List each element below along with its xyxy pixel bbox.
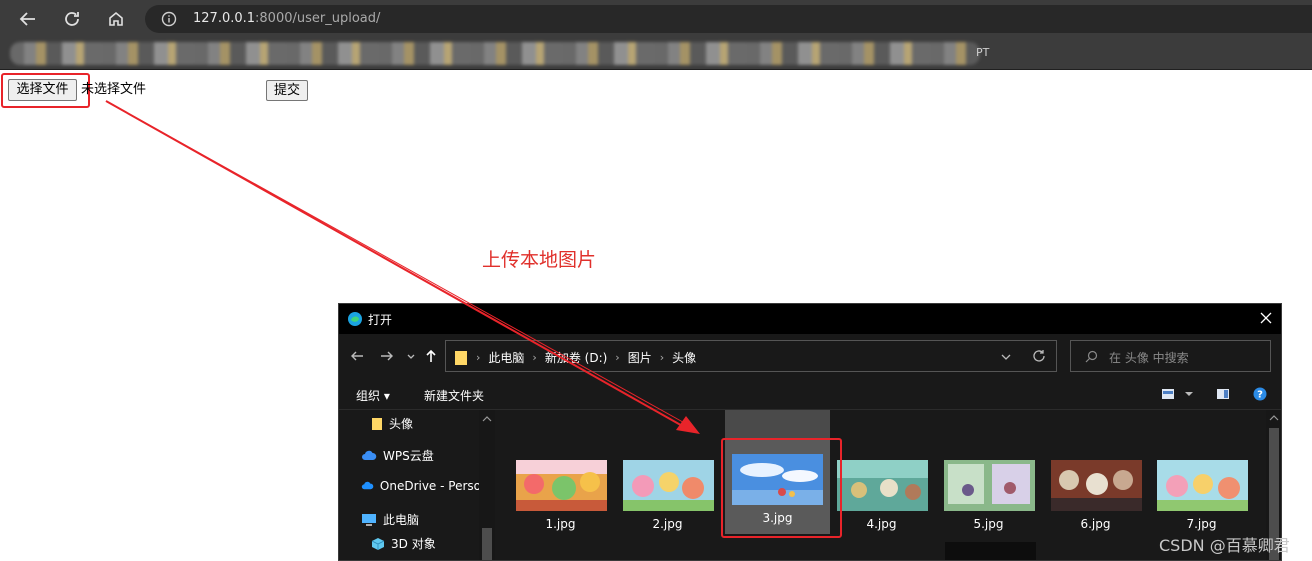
file-grid: 1.jpg 2.jpg 3.jpg 4.jpg 5.jpg 6.jpg 7.jp… [496,410,1266,560]
screenshot-root: 127.0.0.1:8000/user_upload/ PT 选择文件 未选择文… [0,0,1312,561]
browser-toolbar: 127.0.0.1:8000/user_upload/ [0,0,1312,38]
address-bar[interactable]: 127.0.0.1:8000/user_upload/ [145,5,1312,33]
breadcrumb-item[interactable]: 新加卷 (D:) [545,349,607,366]
cloud-icon [362,450,377,460]
next-row-thumbnail [945,542,1036,560]
scroll-up-icon[interactable] [479,413,495,425]
nav-scroll-thumb[interactable] [482,528,492,560]
file-name: 5.jpg [973,517,1004,531]
back-button[interactable] [14,5,42,33]
svg-text:?: ? [1257,390,1263,401]
back-arrow-icon[interactable] [349,348,365,364]
nav-item-label: OneDrive - Perso [379,479,481,493]
nav-item-this-pc[interactable]: 此电脑 [361,511,481,528]
organize-menu[interactable]: 组织 ▾ [356,387,390,404]
nav-scrollbar[interactable] [479,410,495,560]
url-host: 127.0.0.1 [193,11,256,26]
image-thumbnail [516,460,607,511]
folder-icon [455,350,467,365]
watermark-text: CSDN @百慕卿君 [1159,536,1290,555]
breadcrumb-item[interactable]: 头像 [672,349,696,366]
reload-icon [65,12,79,26]
file-name: 1.jpg [545,517,576,531]
image-thumbnail [944,460,1035,511]
breadcrumb: › 此电脑 › 新加卷 (D:) › 图片 › 头像 [454,349,696,366]
nav-item-3d[interactable]: 3D 对象 [371,535,491,552]
annotation-text: 上传本地图片 [482,249,597,271]
nav-item-label: 此电脑 [383,513,420,527]
folder-icon [372,417,382,430]
breadcrumb-separator: › [615,351,620,364]
dialog-search-input[interactable]: 在 头像 中搜索 [1070,340,1271,372]
file-name: 6.jpg [1080,517,1111,531]
nav-item-label: 头像 [389,417,414,431]
forward-arrow-icon[interactable] [379,348,395,364]
nav-item-label: 3D 对象 [391,537,436,551]
bookmark-tail-text[interactable]: PT [976,46,989,59]
highlight-box-selected-file [721,438,842,538]
image-thumbnail [623,460,714,511]
dialog-command-bar: 组织 ▾ 新建文件夹 ? [339,378,1281,410]
file-tile[interactable]: 5.jpg [936,416,1041,534]
chevron-down-icon[interactable] [1182,387,1196,401]
image-thumbnail [1051,460,1142,511]
info-icon[interactable] [161,11,177,27]
breadcrumb-item[interactable]: 图片 [628,349,652,366]
image-thumbnail [1157,460,1248,511]
image-thumbnail [837,460,928,511]
help-icon[interactable]: ? [1253,387,1267,401]
scroll-up-icon[interactable] [1266,411,1282,425]
no-file-chosen-text: 未选择文件 [81,82,147,97]
choose-file-button[interactable]: 选择文件 [8,79,77,101]
new-folder-button[interactable]: 新建文件夹 [424,387,484,404]
preview-pane-icon[interactable] [1216,387,1230,401]
view-mode-icon[interactable] [1161,387,1175,401]
breadcrumb-item[interactable]: 此电脑 [488,349,524,366]
breadcrumb-separator: › [476,351,481,364]
dialog-address-row: › 此电脑 › 新加卷 (D:) › 图片 › 头像 在 头像 中搜索 [339,334,1281,378]
recent-dropdown-icon[interactable] [403,348,419,364]
file-name: 7.jpg [1186,517,1217,531]
url-text[interactable]: 127.0.0.1:8000/user_upload/ [193,11,380,27]
bookmarks-bar: PT [0,38,1312,70]
nav-item-folder[interactable]: 头像 [371,415,491,432]
breadcrumb-separator: › [532,351,537,364]
edge-browser-icon [348,312,362,326]
file-tile[interactable]: 7.jpg [1149,416,1254,534]
dialog-address-bar[interactable]: › 此电脑 › 新加卷 (D:) › 图片 › 头像 [445,340,1057,372]
nav-item-wps[interactable]: WPS云盘 [361,447,481,464]
back-arrow-icon [19,12,35,26]
up-arrow-icon[interactable] [423,348,439,364]
selected-tile-top [725,410,830,440]
file-tile[interactable]: 4.jpg [829,416,934,534]
nav-item-label: WPS云盘 [383,449,434,463]
file-tile[interactable]: 1.jpg [508,416,613,534]
blurred-bookmarks [10,42,980,65]
file-name: 2.jpg [652,517,683,531]
chevron-down-icon[interactable] [1000,351,1012,363]
submit-button[interactable]: 提交 [266,80,308,101]
home-icon [109,11,123,26]
dialog-titlebar: 打开 [339,304,1281,334]
file-name: 4.jpg [866,517,897,531]
computer-icon [362,513,376,526]
search-icon [1085,350,1098,363]
search-placeholder: 在 头像 中搜索 [1109,351,1189,365]
onedrive-icon [361,481,374,490]
dialog-nav-pane: 头像 WPS云盘 OneDrive - Perso 此电脑 3D 对象 视频 [339,410,495,560]
file-tile[interactable]: 6.jpg [1043,416,1148,534]
file-tile[interactable]: 2.jpg [615,416,720,534]
url-path: :8000/user_upload/ [255,11,381,26]
home-button[interactable] [102,5,130,33]
cube-icon [371,537,385,550]
breadcrumb-separator: › [659,351,665,364]
reload-button[interactable] [58,5,86,33]
nav-item-onedrive[interactable]: OneDrive - Perso [361,479,481,493]
dialog-title: 打开 [368,313,393,327]
refresh-icon[interactable] [1032,349,1046,363]
close-icon[interactable] [1259,311,1273,325]
